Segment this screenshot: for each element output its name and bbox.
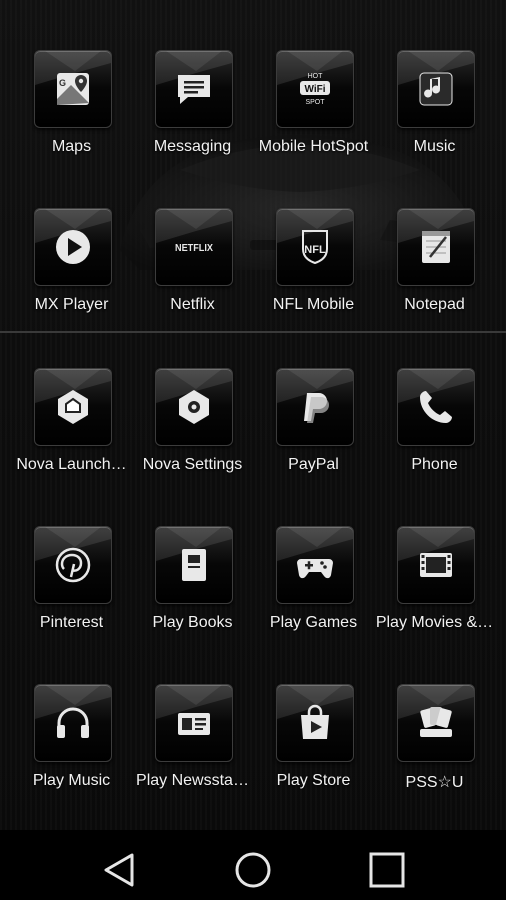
app-shortcut-messaging[interactable]: Messaging bbox=[132, 50, 253, 180]
netflix-icon-text: NETFLIX bbox=[175, 243, 213, 254]
home-screen: G Maps Messaging HOT WiFi SPOT Mobile Ho… bbox=[0, 0, 506, 900]
app-shortcut-play-music[interactable]: Play Music bbox=[11, 684, 132, 814]
app-shortcut-hotspot[interactable]: HOT WiFi SPOT Mobile HotSpot bbox=[253, 50, 374, 180]
nfl-icon: NFL bbox=[302, 230, 328, 265]
app-icon-tile[interactable] bbox=[276, 684, 354, 762]
app-label: Maps bbox=[51, 138, 92, 155]
app-label: Play Newssta… bbox=[136, 772, 249, 789]
app-label: Pinterest bbox=[39, 614, 104, 631]
hotspot-icon-text-bottom: SPOT bbox=[305, 99, 325, 106]
app-shortcut-phone[interactable]: Phone bbox=[374, 368, 495, 498]
app-icon-tile[interactable]: G bbox=[34, 50, 112, 128]
play-store-icon bbox=[301, 704, 329, 739]
hotspot-icon-text-top: HOT bbox=[308, 73, 324, 80]
app-shortcut-nova-settings[interactable]: Nova Settings bbox=[132, 368, 253, 498]
app-icon-tile[interactable] bbox=[34, 208, 112, 286]
play-games-icon bbox=[297, 559, 333, 579]
app-shortcut-play-games[interactable]: Play Games bbox=[253, 526, 374, 656]
app-icon-tile[interactable]: NETFLIX bbox=[155, 208, 233, 286]
app-label: PSS☆U bbox=[405, 774, 464, 791]
app-icon-tile[interactable] bbox=[397, 50, 475, 128]
maps-icon: G bbox=[57, 73, 89, 105]
play-books-icon bbox=[182, 549, 206, 581]
app-label: Play Movies &… bbox=[375, 614, 494, 631]
nova-settings-icon bbox=[179, 390, 209, 424]
app-label: Phone bbox=[411, 456, 458, 473]
app-icon-tile[interactable]: NFL bbox=[276, 208, 354, 286]
app-shortcut-nfl[interactable]: NFL NFL Mobile bbox=[253, 208, 374, 338]
hotspot-icon: HOT WiFi SPOT bbox=[300, 73, 330, 106]
play-newsstand-icon bbox=[178, 713, 210, 735]
play-music-icon bbox=[57, 707, 89, 738]
app-icon-tile[interactable] bbox=[155, 526, 233, 604]
app-icon-tile[interactable] bbox=[34, 526, 112, 604]
app-shortcut-pss[interactable]: PSS☆U bbox=[374, 684, 495, 814]
app-shortcut-play-store[interactable]: Play Store bbox=[253, 684, 374, 814]
hotspot-icon-text-mid: WiFi bbox=[304, 84, 325, 95]
app-shortcut-pinterest[interactable]: Pinterest bbox=[11, 526, 132, 656]
app-shortcut-play-books[interactable]: Play Books bbox=[132, 526, 253, 656]
app-grid: G Maps Messaging HOT WiFi SPOT Mobile Ho… bbox=[0, 0, 506, 830]
app-shortcut-mx-player[interactable]: MX Player bbox=[11, 208, 132, 338]
app-shortcut-play-movies[interactable]: Play Movies &… bbox=[374, 526, 495, 656]
back-triangle-icon[interactable] bbox=[100, 850, 140, 890]
app-label: Play Store bbox=[276, 772, 351, 789]
notepad-icon bbox=[422, 231, 450, 263]
app-label: Play Music bbox=[32, 772, 111, 789]
app-shortcut-music[interactable]: Music bbox=[374, 50, 495, 180]
pinterest-icon bbox=[55, 547, 91, 583]
app-shortcut-play-newsstand[interactable]: Play Newssta… bbox=[132, 684, 253, 814]
app-icon-tile[interactable] bbox=[397, 684, 475, 762]
app-icon-tile[interactable] bbox=[155, 50, 233, 128]
app-label: Netflix bbox=[170, 296, 215, 313]
app-label: Play Books bbox=[152, 614, 233, 631]
app-shortcut-nova-launcher[interactable]: Nova Launch… bbox=[11, 368, 132, 498]
messaging-icon bbox=[178, 75, 210, 104]
app-icon-tile[interactable] bbox=[155, 368, 233, 446]
svg-text:G: G bbox=[59, 78, 66, 88]
play-movies-icon bbox=[420, 553, 452, 577]
nova-launcher-icon bbox=[58, 390, 88, 424]
app-label: Mobile HotSpot bbox=[258, 138, 369, 155]
music-icon bbox=[419, 72, 453, 106]
app-label: Notepad bbox=[404, 296, 465, 313]
app-label: Nova Launch… bbox=[16, 456, 127, 473]
mx-player-icon bbox=[56, 230, 90, 264]
app-label: Music bbox=[413, 138, 456, 155]
dock-divider bbox=[0, 331, 506, 333]
paypal-icon bbox=[304, 393, 329, 423]
nfl-icon-text: NFL bbox=[304, 244, 326, 256]
navigation-bar bbox=[0, 830, 506, 900]
app-label: NFL Mobile bbox=[272, 296, 355, 313]
app-icon-tile[interactable] bbox=[155, 684, 233, 762]
app-label: Messaging bbox=[153, 138, 232, 155]
app-shortcut-paypal[interactable]: PayPal bbox=[253, 368, 374, 498]
app-icon-tile[interactable] bbox=[397, 368, 475, 446]
app-icon-tile[interactable] bbox=[397, 526, 475, 604]
app-icon-tile[interactable] bbox=[34, 368, 112, 446]
app-icon-tile[interactable] bbox=[34, 684, 112, 762]
app-label: Play Games bbox=[269, 614, 358, 631]
app-icon-tile[interactable]: HOT WiFi SPOT bbox=[276, 50, 354, 128]
app-icon-tile[interactable] bbox=[276, 368, 354, 446]
app-icon-tile[interactable] bbox=[276, 526, 354, 604]
app-shortcut-netflix[interactable]: NETFLIX Netflix bbox=[132, 208, 253, 338]
app-label: MX Player bbox=[34, 296, 109, 313]
app-label: PayPal bbox=[288, 456, 339, 473]
home-circle-icon[interactable] bbox=[233, 850, 273, 890]
app-shortcut-notepad[interactable]: Notepad bbox=[374, 208, 495, 338]
pss-icon bbox=[420, 707, 452, 737]
app-shortcut-maps[interactable]: G Maps bbox=[11, 50, 132, 180]
app-label: Nova Settings bbox=[142, 456, 243, 473]
phone-icon bbox=[420, 391, 452, 423]
netflix-icon: NETFLIX bbox=[175, 243, 213, 254]
app-icon-tile[interactable] bbox=[397, 208, 475, 286]
recents-square-icon[interactable] bbox=[367, 850, 407, 890]
